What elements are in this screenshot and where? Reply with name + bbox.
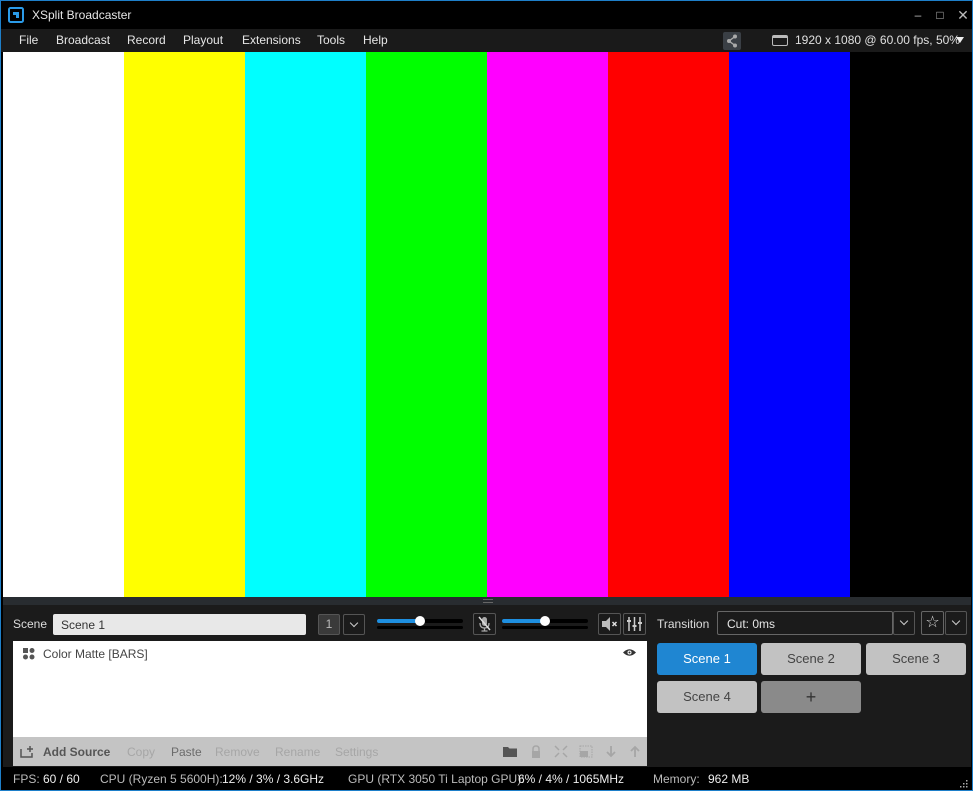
- level-meter: [502, 626, 588, 629]
- transition-value: Cut: 0ms: [727, 617, 776, 631]
- scene-button-1[interactable]: Scene 1: [657, 643, 757, 675]
- layer-number-button[interactable]: 1: [318, 614, 340, 635]
- maximize-button[interactable]: □: [929, 5, 951, 25]
- status-bar: FPS: 60 / 60 CPU (Ryzen 5 5600H): 12% / …: [1, 767, 972, 790]
- menu-bar: File Broadcast Record Playout Extensions…: [1, 29, 972, 52]
- favorite-dropdown-button[interactable]: [945, 611, 967, 635]
- microphone-muted-icon: [478, 616, 491, 632]
- audio-mixer-button[interactable]: [623, 613, 646, 635]
- fit-screen-icon[interactable]: [554, 745, 568, 758]
- lock-icon[interactable]: [529, 745, 543, 758]
- source-toolbar: Add Source Copy Paste Remove Rename Sett…: [13, 737, 647, 766]
- cpu-value: 12% / 3% / 3.6GHz: [222, 772, 325, 786]
- rename-button[interactable]: Rename: [275, 745, 320, 759]
- add-source-icon[interactable]: [20, 746, 34, 758]
- speaker-volume-slider[interactable]: [502, 616, 588, 630]
- source-list[interactable]: Color Matte [BARS]: [13, 641, 647, 737]
- gpu-value: 6% / 4% / 1065MHz: [518, 772, 625, 786]
- scene-button-3[interactable]: Scene 3: [866, 643, 966, 675]
- menu-broadcast[interactable]: Broadcast: [56, 33, 110, 47]
- minimize-button[interactable]: –: [907, 5, 929, 25]
- app-window: XSplit Broadcaster – □ ✕ File Broadcast …: [0, 0, 973, 791]
- scene-label: Scene: [13, 617, 48, 631]
- mixer-icon: [627, 617, 642, 631]
- menu-file[interactable]: File: [19, 33, 38, 47]
- share-icon: [727, 34, 737, 48]
- move-down-arrow-icon[interactable]: [604, 745, 618, 758]
- close-button[interactable]: ✕: [952, 5, 973, 25]
- fps-label: FPS:: [13, 772, 40, 786]
- resize-grip-icon[interactable]: [959, 779, 968, 788]
- layer-dropdown-button[interactable]: [343, 614, 365, 635]
- splitter-grip-icon: [483, 599, 493, 603]
- color-bar-2: [124, 52, 245, 597]
- source-name: Color Matte [BARS]: [43, 647, 148, 661]
- gpu-label: GPU (RTX 3050 Ti Laptop GPU):: [348, 772, 525, 786]
- slider-knob[interactable]: [540, 616, 550, 626]
- panel-splitter[interactable]: [3, 597, 971, 605]
- memory-value: 962 MB: [708, 772, 750, 786]
- menu-record[interactable]: Record: [127, 33, 166, 47]
- color-bar-1: [3, 52, 124, 597]
- resolution-dropdown-caret-icon[interactable]: [956, 37, 964, 43]
- speaker-muted-icon: [602, 617, 618, 631]
- preview-canvas[interactable]: [3, 52, 971, 597]
- window-title: XSplit Broadcaster: [32, 8, 132, 22]
- crop-icon[interactable]: [579, 745, 593, 758]
- color-bar-7: [729, 52, 850, 597]
- title-bar[interactable]: XSplit Broadcaster – □ ✕: [1, 1, 972, 29]
- slider-fill: [377, 619, 420, 623]
- transition-label: Transition: [657, 617, 710, 631]
- settings-button[interactable]: Settings: [335, 745, 378, 759]
- visibility-eye-icon[interactable]: [623, 648, 636, 657]
- color-bar-3: [245, 52, 366, 597]
- memory-label: Memory:: [653, 772, 700, 786]
- move-up-arrow-icon[interactable]: [628, 745, 642, 758]
- source-item[interactable]: Color Matte [BARS]: [13, 641, 647, 665]
- transition-dropdown-button[interactable]: [893, 611, 915, 635]
- menu-tools[interactable]: Tools: [317, 33, 345, 47]
- lower-panel: Scene 1: [3, 605, 971, 767]
- fps-value: 60 / 60: [43, 772, 80, 786]
- menu-playout[interactable]: Playout: [183, 33, 223, 47]
- microphone-mute-button[interactable]: [473, 613, 496, 635]
- add-source-button[interactable]: Add Source: [43, 745, 110, 759]
- xsplit-logo-icon: [8, 7, 24, 23]
- share-button[interactable]: [723, 32, 741, 50]
- favorite-star-icon[interactable]: ☆: [921, 611, 944, 635]
- add-scene-button[interactable]: +: [761, 681, 861, 713]
- remove-button[interactable]: Remove: [215, 745, 260, 759]
- transition-select[interactable]: Cut: 0ms: [717, 611, 893, 635]
- color-bar-8: [850, 52, 971, 597]
- monitor-icon: [772, 35, 788, 46]
- paste-button[interactable]: Paste: [171, 745, 202, 759]
- scene-button-2[interactable]: Scene 2: [761, 643, 861, 675]
- color-bar-6: [608, 52, 729, 597]
- speaker-mute-button[interactable]: [598, 613, 621, 635]
- color-bar-5: [487, 52, 608, 597]
- microphone-volume-slider[interactable]: [377, 616, 463, 630]
- menu-extensions[interactable]: Extensions: [242, 33, 301, 47]
- scene-name-input[interactable]: [53, 614, 306, 635]
- cpu-label: CPU (Ryzen 5 5600H):: [100, 772, 223, 786]
- color-matte-source-icon: [23, 648, 35, 660]
- scene-button-4[interactable]: Scene 4: [657, 681, 757, 713]
- slider-knob[interactable]: [415, 616, 425, 626]
- resolution-selector[interactable]: 1920 x 1080 @ 60.00 fps, 50%: [795, 33, 960, 47]
- folder-icon[interactable]: [503, 745, 517, 758]
- color-bar-4: [366, 52, 487, 597]
- slider-fill: [502, 619, 545, 623]
- copy-button[interactable]: Copy: [127, 745, 155, 759]
- level-meter: [377, 626, 463, 629]
- menu-help[interactable]: Help: [363, 33, 388, 47]
